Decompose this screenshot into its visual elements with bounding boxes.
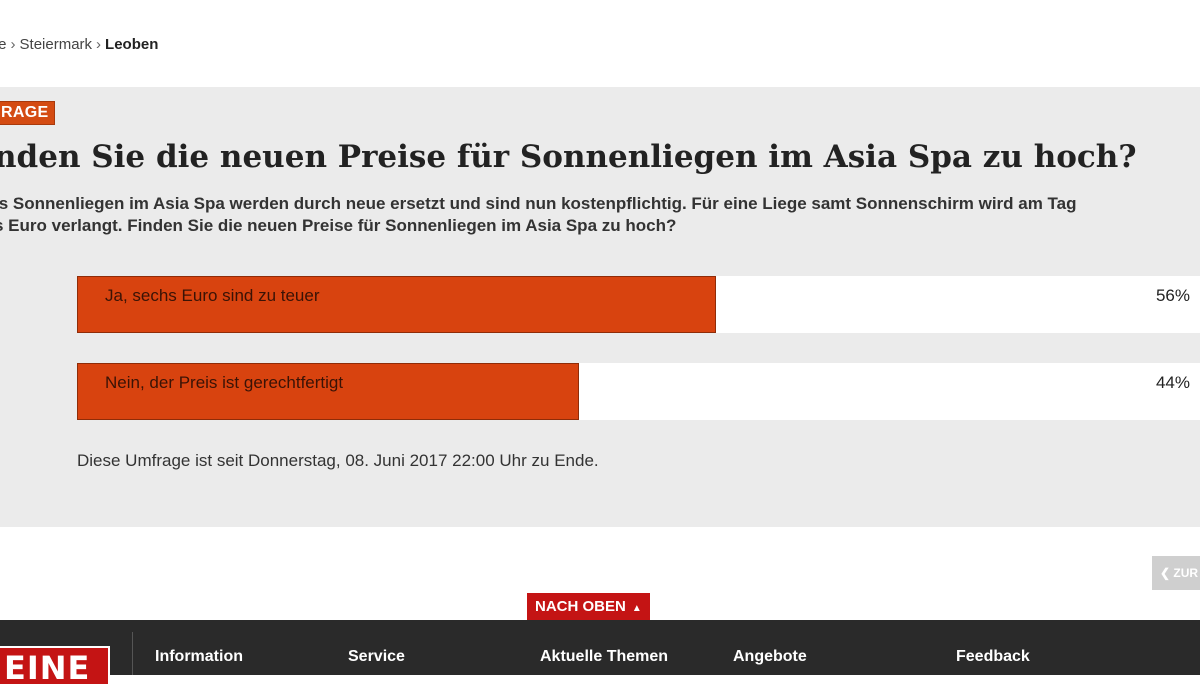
- footer-link-angebote[interactable]: Angebote: [733, 648, 807, 666]
- poll-option-percent: 44%: [1155, 373, 1190, 392]
- poll-intro-line-2: s Euro verlangt. Finden Sie die neuen Pr…: [0, 216, 677, 235]
- breadcrumb-item-steiermark[interactable]: Steiermark: [20, 36, 93, 53]
- caret-up-icon: ▲: [631, 603, 642, 614]
- back-button-label: ZUR: [1173, 566, 1199, 580]
- poll-option-yes: Ja, sechs Euro sind zu teuer 56%: [77, 276, 1200, 333]
- footer-link-feedback[interactable]: Feedback: [956, 648, 1030, 666]
- poll-option-label: Nein, der Preis ist gerechtfertigt: [105, 373, 344, 392]
- poll-status: Diese Umfrage ist seit Donnerstag, 08. J…: [77, 451, 599, 470]
- poll-title: nden Sie die neuen Preise für Sonnenlieg…: [0, 139, 1137, 175]
- chevron-left-icon: ❮: [1160, 566, 1171, 580]
- back-to-top-label: NACH OBEN: [535, 598, 626, 615]
- poll-badge: RAGE: [0, 101, 56, 125]
- poll-option-label: Ja, sechs Euro sind zu teuer: [105, 286, 320, 305]
- poll-box: RAGE nden Sie die neuen Preise für Sonne…: [0, 87, 1200, 527]
- footer-divider: [132, 632, 133, 675]
- breadcrumb-item[interactable]: te: [0, 36, 7, 53]
- poll-option-no: Nein, der Preis ist gerechtfertigt 44%: [77, 363, 1200, 420]
- footer-link-information[interactable]: Information: [155, 648, 243, 666]
- back-to-top-button[interactable]: NACH OBEN ▲: [527, 593, 650, 620]
- footer-link-aktuelle-themen[interactable]: Aktuelle Themen: [540, 648, 668, 666]
- footer-link-service[interactable]: Service: [348, 648, 405, 666]
- back-button[interactable]: ❮ ZUR: [1152, 556, 1200, 590]
- breadcrumb-separator-icon: ›: [96, 36, 102, 53]
- poll-intro-line-1: is Sonnenliegen im Asia Spa werden durch…: [0, 194, 1077, 213]
- footer-logo[interactable]: EINE: [0, 646, 110, 686]
- breadcrumb: te›Steiermark›Leoben: [0, 36, 158, 53]
- site-footer: EINE Information Service Aktuelle Themen…: [0, 620, 1200, 686]
- breadcrumb-current: Leoben: [105, 36, 159, 53]
- poll-intro: is Sonnenliegen im Asia Spa werden durch…: [0, 193, 1200, 237]
- breadcrumb-separator-icon: ›: [10, 36, 16, 53]
- poll-option-percent: 56%: [1155, 286, 1190, 305]
